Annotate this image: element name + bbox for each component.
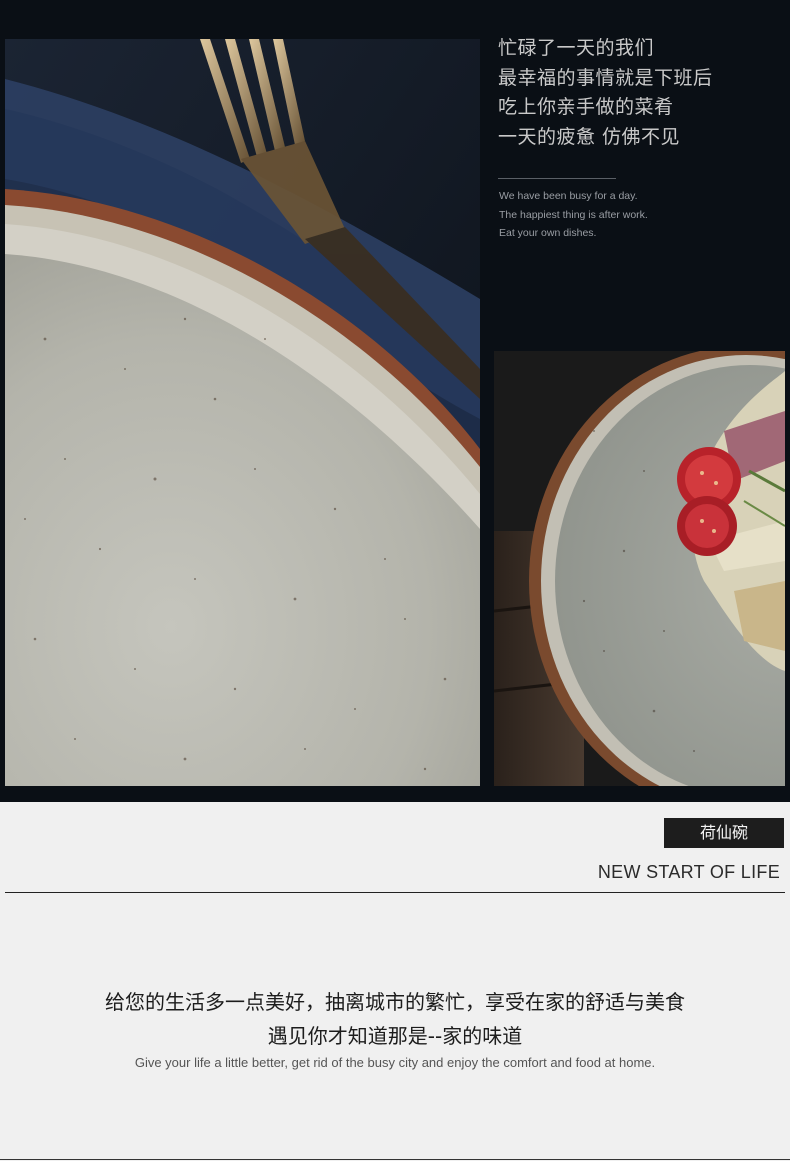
body-english-text: Give your life a little better, get rid …: [134, 1055, 656, 1070]
section-headline: NEW START OF LIFE: [597, 862, 780, 882]
plate-closeup-photo: [5, 39, 480, 786]
poem-line: 最幸福的事情就是下班后: [498, 66, 713, 89]
poem-line: 吃上你亲手做的菜肴: [498, 96, 674, 118]
body-chinese-line-2: 遇见你才知道那是--家的味道: [267, 1024, 523, 1048]
english-poem-line: The happiest thing is after work.: [499, 208, 648, 221]
english-poem: We have been busy for a day. The happies…: [499, 187, 648, 243]
product-name-tag: 荷仙碗: [664, 818, 784, 848]
poem-divider: [498, 178, 616, 179]
poem-line: 忙碌了一天的我们: [498, 37, 655, 59]
chinese-poem: 忙碌了一天的我们 最幸福的事情就是下班后 吃上你亲手做的菜肴 一天的疲惫 仿佛不…: [498, 34, 713, 152]
body-chinese-line-1: 给您的生活多一点美好，抽离城市的繁忙，享受在家的舒适与美食: [105, 990, 685, 1014]
section-divider: [5, 892, 785, 893]
poem-line: 一天的疲惫 仿佛不见: [498, 125, 681, 148]
salad-plate-photo: [494, 351, 785, 786]
bottom-border: [0, 1159, 790, 1160]
english-poem-line: Eat your own dishes.: [499, 227, 597, 239]
english-poem-line: We have been busy for a day.: [499, 190, 638, 202]
